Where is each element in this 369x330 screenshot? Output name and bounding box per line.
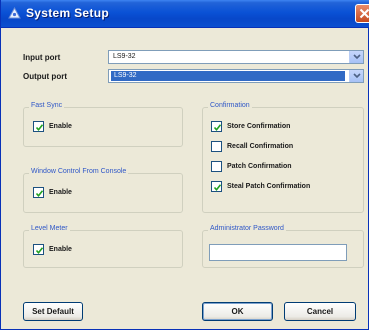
checkmark-icon <box>35 124 44 132</box>
steal-patch-confirmation-checkbox[interactable]: Steal Patch Confirmation <box>211 181 310 192</box>
close-icon <box>359 8 369 19</box>
chevron-down-icon <box>353 54 361 60</box>
input-port-value: LS9-32 <box>113 53 136 60</box>
admin-password-title: Administrator Password <box>208 225 286 232</box>
window-control-group: Window Control From Console Enable <box>23 168 183 213</box>
checkbox-box[interactable] <box>33 121 44 132</box>
checkbox-label: Recall Confirmation <box>227 143 294 150</box>
confirmation-title: Confirmation <box>208 102 252 109</box>
output-port-select[interactable]: LS9-32 <box>108 69 364 83</box>
window-control-title: Window Control From Console <box>29 168 129 175</box>
fast-sync-enable-checkbox[interactable]: Enable <box>33 121 72 132</box>
fast-sync-group: Fast Sync Enable <box>23 102 183 147</box>
window-title: System Setup <box>26 6 109 20</box>
patch-confirmation-checkbox[interactable]: Patch Confirmation <box>211 161 292 172</box>
window-control-enable-checkbox[interactable]: Enable <box>33 187 72 198</box>
checkmark-icon <box>213 184 222 192</box>
checkbox-box[interactable] <box>33 244 44 255</box>
checkbox-label: Patch Confirmation <box>227 163 292 170</box>
checkbox-box[interactable] <box>211 121 222 132</box>
fast-sync-title: Fast Sync <box>29 102 65 109</box>
store-confirmation-checkbox[interactable]: Store Confirmation <box>211 121 290 132</box>
confirmation-group: Confirmation Store Confirmation Recall C… <box>202 102 364 213</box>
checkbox-label: Enable <box>49 246 72 253</box>
input-port-dropdown-button[interactable] <box>349 51 363 63</box>
checkbox-box[interactable] <box>33 187 44 198</box>
close-button[interactable] <box>355 4 369 23</box>
input-port-select[interactable]: LS9-32 <box>108 50 364 64</box>
set-default-button[interactable]: Set Default <box>23 302 83 321</box>
admin-password-input[interactable] <box>209 244 347 261</box>
level-meter-group: Level Meter Enable <box>23 225 183 268</box>
checkmark-icon <box>35 190 44 198</box>
system-setup-dialog: System Setup Input port LS9-32 Output po… <box>0 0 369 330</box>
output-port-label: Output port <box>23 72 67 81</box>
level-meter-enable-checkbox[interactable]: Enable <box>33 244 72 255</box>
set-default-label: Set Default <box>32 307 74 316</box>
level-meter-title: Level Meter <box>29 225 70 232</box>
cancel-button[interactable]: Cancel <box>284 302 356 321</box>
recall-confirmation-checkbox[interactable]: Recall Confirmation <box>211 141 293 152</box>
checkbox-label: Enable <box>49 123 72 130</box>
checkbox-box[interactable] <box>211 141 222 152</box>
checkmark-icon <box>213 124 222 132</box>
output-port-value: LS9-32 <box>111 71 345 81</box>
chevron-down-icon <box>353 73 361 79</box>
checkbox-label: Enable <box>49 189 72 196</box>
input-port-label: Input port <box>23 53 61 62</box>
checkbox-box[interactable] <box>211 161 222 172</box>
cancel-label: Cancel <box>306 307 334 316</box>
title-bar[interactable]: System Setup <box>1 0 369 28</box>
ok-label: OK <box>231 307 244 316</box>
checkbox-label: Steal Patch Confirmation <box>227 183 311 190</box>
ok-button[interactable]: OK <box>202 302 273 321</box>
checkbox-box[interactable] <box>211 181 222 192</box>
admin-password-group: Administrator Password <box>202 225 364 268</box>
output-port-dropdown-button[interactable] <box>349 70 363 82</box>
app-icon <box>8 6 21 20</box>
checkbox-label: Store Confirmation <box>227 123 291 130</box>
checkmark-icon <box>35 247 44 255</box>
